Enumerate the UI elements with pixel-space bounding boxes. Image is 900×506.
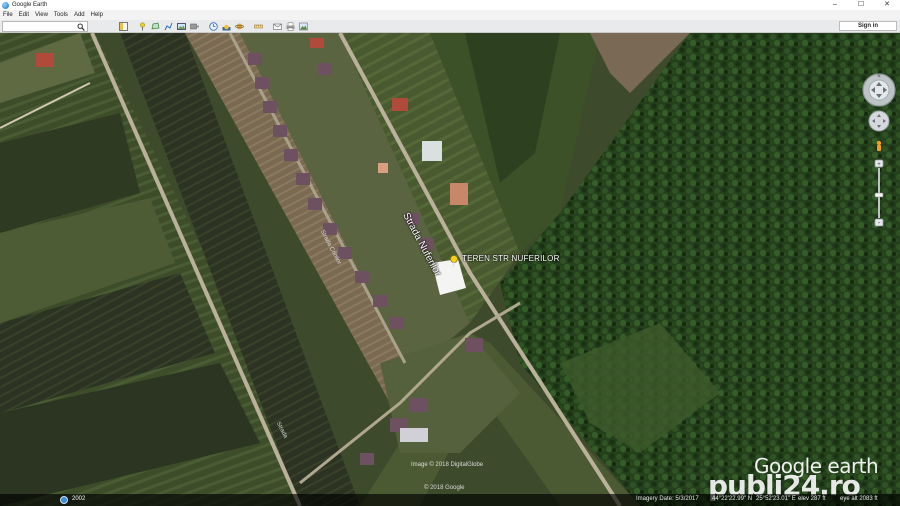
zoom-slider[interactable]: + - [874, 159, 884, 227]
menu-help[interactable]: Help [88, 10, 106, 20]
sunlight-button[interactable] [221, 21, 232, 32]
clock-icon [209, 22, 218, 31]
imagery-year[interactable]: 2002 [72, 496, 85, 502]
close-button[interactable]: ✕ [874, 0, 900, 10]
add-placemark-button[interactable] [137, 21, 148, 32]
add-overlay-button[interactable] [176, 21, 187, 32]
print-button[interactable] [285, 21, 296, 32]
save-image-icon [299, 22, 308, 31]
placemark-label[interactable]: TEREN STR NUFERILOR [462, 254, 560, 263]
maximize-button[interactable]: ☐ [848, 0, 874, 10]
google-copyright: © 2018 Google [424, 485, 465, 491]
image-overlay-icon [177, 23, 186, 30]
status-bar: 2002 Imagery Date: 5/3/2017 44°22'22.99"… [0, 494, 900, 506]
planet-icon [235, 23, 244, 30]
ruler-icon [254, 24, 263, 29]
window-title: Google Earth [12, 2, 48, 8]
sunlight-icon [222, 24, 231, 31]
record-tour-button[interactable] [189, 21, 200, 32]
menu-view[interactable]: View [32, 10, 51, 20]
eye-altitude: eye alt 2083 ft [840, 496, 878, 502]
menu-edit[interactable]: Edit [16, 10, 32, 20]
menu-add[interactable]: Add [71, 10, 88, 20]
polygon-icon [151, 22, 160, 30]
email-button[interactable] [272, 21, 283, 32]
search-input[interactable] [3, 22, 75, 31]
menu-file[interactable]: File [0, 10, 16, 20]
look-joystick[interactable]: N [862, 73, 896, 107]
sign-in-button[interactable]: Sign in [839, 21, 897, 31]
tool-buttons [118, 21, 311, 32]
historical-imagery-button[interactable] [208, 21, 219, 32]
add-polygon-button[interactable] [150, 21, 161, 32]
record-tour-icon [190, 23, 199, 30]
historical-imagery-icon[interactable] [60, 496, 68, 504]
search-icon [77, 23, 85, 31]
search-button[interactable] [75, 22, 87, 31]
latitude: 44°22'22.99" N [712, 496, 753, 502]
sidebar-icon [119, 22, 128, 31]
planets-button[interactable] [234, 21, 245, 32]
longitude: 25°52'23.01" E [756, 496, 796, 502]
satellite-imagery [0, 33, 900, 506]
title-bar: Google Earth – ☐ ✕ [0, 0, 900, 10]
map-view[interactable]: Strada Nuferilor Strada Crinilor Strada … [0, 33, 900, 506]
sidebar-toggle-button[interactable] [118, 21, 129, 32]
email-icon [273, 23, 282, 30]
print-icon [286, 22, 295, 31]
toolbar: Sign in [0, 20, 900, 33]
pushpin-icon [140, 22, 145, 31]
minimize-button[interactable]: – [822, 0, 848, 10]
imagery-credit: Image © 2018 DigitalGlobe [411, 462, 484, 468]
window-controls: – ☐ ✕ [822, 0, 900, 10]
move-joystick[interactable] [868, 110, 890, 132]
menu-bar: File Edit View Tools Add Help [0, 10, 900, 20]
ruler-button[interactable] [253, 21, 264, 32]
menu-tools[interactable]: Tools [51, 10, 71, 20]
elevation: elev 287 ft [798, 496, 826, 502]
path-icon [164, 22, 173, 31]
google-earth-icon [2, 1, 9, 9]
search-box [2, 21, 88, 32]
navigation-controls: N + - [862, 73, 896, 227]
add-path-button[interactable] [163, 21, 174, 32]
street-view-pegman-icon[interactable] [876, 140, 882, 151]
save-image-button[interactable] [298, 21, 309, 32]
imagery-date: Imagery Date: 5/3/2017 [636, 496, 699, 502]
google-earth-window: Google Earth – ☐ ✕ File Edit View Tools … [0, 0, 900, 506]
svg-text:N: N [878, 73, 881, 78]
svg-text:+: + [877, 162, 881, 168]
pushpin-icon[interactable] [449, 255, 459, 267]
